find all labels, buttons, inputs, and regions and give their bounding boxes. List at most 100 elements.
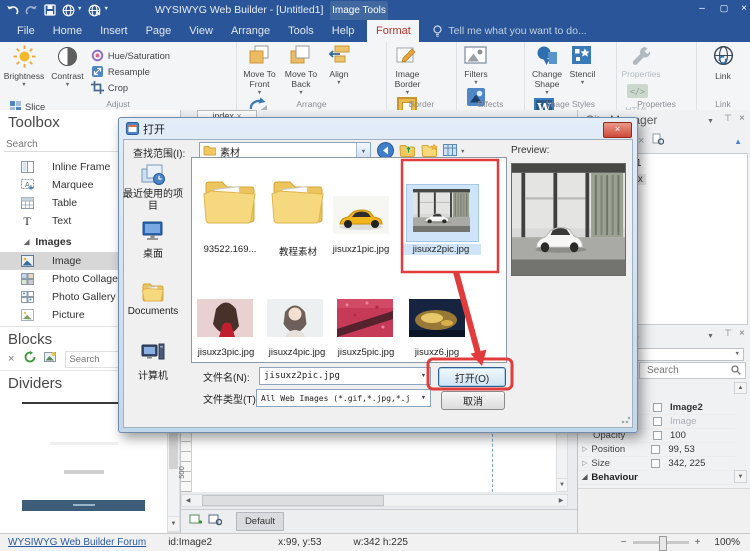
menu-tools[interactable]: Tools xyxy=(279,20,323,42)
canvas-hscrollbar[interactable]: ◀ ▶ xyxy=(181,494,568,507)
divider-sample-bar[interactable] xyxy=(22,500,145,511)
image-border-button[interactable]: Image Border▼ xyxy=(391,44,424,96)
file-name-label[interactable]: jisuxz4pic.jpg xyxy=(263,347,331,358)
file-thumb-jisuxz3[interactable] xyxy=(197,299,253,337)
zoom-slider[interactable] xyxy=(633,541,689,544)
file-thumb-jisuxz1[interactable] xyxy=(333,196,389,234)
divider-sample-text[interactable] xyxy=(64,470,104,474)
property-section-behaviour[interactable]: ◢Behaviour xyxy=(579,470,735,485)
delete-page-icon[interactable]: × xyxy=(638,136,644,147)
move-to-front-button[interactable]: Move To Front▼ xyxy=(241,44,278,96)
divider-sample-faint[interactable] xyxy=(50,442,118,445)
file-name-caret-icon[interactable]: ▼ xyxy=(417,368,430,384)
properties-search-input[interactable] xyxy=(640,364,725,377)
place-desktop[interactable]: 桌面 xyxy=(121,220,185,260)
save-icon[interactable] xyxy=(44,4,56,16)
property-row-position[interactable]: ▷Position99, 53 xyxy=(579,442,735,457)
file-name-combo[interactable]: jisuxz2pic.jpg ▼ xyxy=(259,367,431,385)
preview-caret-icon[interactable]: ▼ xyxy=(77,7,82,13)
file-type-combo[interactable]: All Web Images (*.gif,*.jpg,*.jpeg,*. ▼ xyxy=(256,389,431,407)
file-name-label[interactable]: 教程素材 xyxy=(265,244,331,258)
site-manager-pin-icon[interactable]: ⊤ xyxy=(724,113,732,124)
file-thumb-jisuxz5[interactable] xyxy=(337,299,393,337)
stencil-button[interactable]: Stencil▼ xyxy=(569,44,595,86)
selected-file-name-label[interactable]: jisuxz2pic.jpg xyxy=(401,244,481,255)
blocks-image-icon[interactable] xyxy=(44,350,57,368)
maximize-button[interactable]: ▢ xyxy=(716,3,732,14)
cancel-button[interactable]: 取消 xyxy=(441,391,505,410)
open-button[interactable]: 打开(O) xyxy=(438,367,506,387)
properties-close-icon[interactable]: × xyxy=(739,328,745,339)
context-tab-image-tools[interactable]: Image Tools xyxy=(330,1,388,20)
menu-view[interactable]: View xyxy=(180,20,222,42)
zoom-slider-thumb[interactable] xyxy=(659,536,667,551)
place-documents[interactable]: Documents xyxy=(121,281,185,317)
file-folder-93522[interactable] xyxy=(201,172,259,230)
menu-insert[interactable]: Insert xyxy=(91,20,137,42)
hue-saturation-button[interactable]: Hue/Saturation xyxy=(91,48,170,63)
page-properties-icon[interactable] xyxy=(652,132,664,150)
site-manager-scroll-up-icon[interactable]: ▲ xyxy=(734,137,742,146)
publish-globe-icon[interactable] xyxy=(88,4,101,17)
zoom-out-icon[interactable]: − xyxy=(621,537,627,548)
properties-button[interactable]: Properties xyxy=(621,44,661,80)
toolbox-scroll-down-icon[interactable]: ▼ xyxy=(167,516,180,532)
move-to-back-button[interactable]: Move To Back▼ xyxy=(282,44,319,96)
file-thumb-jisuxz4[interactable] xyxy=(267,299,323,337)
filters-button[interactable]: Filters▼ xyxy=(461,44,491,86)
canvas-hscroll-thumb[interactable] xyxy=(202,495,384,506)
zoom-in-icon[interactable]: + xyxy=(695,537,701,548)
minimize-button[interactable]: – xyxy=(694,3,710,14)
resize-grip[interactable] xyxy=(621,414,631,424)
file-type-caret-icon[interactable]: ▼ xyxy=(417,390,430,406)
site-manager-menu-icon[interactable]: ▼ xyxy=(707,118,714,125)
menu-file[interactable]: File xyxy=(8,20,44,42)
menu-format-active[interactable]: Format xyxy=(367,20,419,42)
properties-search-box[interactable] xyxy=(639,362,746,379)
forum-link[interactable]: WYSIWYG Web Builder Forum xyxy=(8,537,146,548)
menu-arrange[interactable]: Arrange xyxy=(222,20,279,42)
menu-page[interactable]: Page xyxy=(137,20,181,42)
property-row-size[interactable]: ▷Size342, 225 xyxy=(579,456,735,471)
menu-home[interactable]: Home xyxy=(44,20,91,42)
site-manager-close-icon[interactable]: × xyxy=(739,113,745,124)
close-button[interactable]: × xyxy=(736,3,750,14)
manage-breakpoints-icon[interactable] xyxy=(208,513,222,531)
expander-icon[interactable]: ▷ xyxy=(582,459,587,467)
file-name-label[interactable]: jisuxz5pic.jpg xyxy=(333,347,399,358)
file-folder-jiaocheng[interactable] xyxy=(269,172,327,230)
resample-button[interactable]: Resample xyxy=(91,64,170,79)
add-breakpoint-icon[interactable] xyxy=(189,513,203,531)
file-thumb-jisuxz2-selected[interactable] xyxy=(413,189,470,232)
redo-icon[interactable] xyxy=(25,4,38,16)
file-name-label[interactable]: jisuxz1pic.jpg xyxy=(327,244,395,255)
blocks-clear-icon[interactable]: × xyxy=(8,353,14,365)
expander-icon[interactable]: ▷ xyxy=(582,445,587,453)
place-recent[interactable]: 最近使用的项目 xyxy=(121,162,185,212)
canvas-scroll-right-icon[interactable]: ▶ xyxy=(555,497,567,504)
undo-icon[interactable] xyxy=(6,4,19,16)
tellme-text[interactable]: Tell me what you want to do... xyxy=(448,25,586,37)
properties-scroll-up-icon[interactable]: ▲ xyxy=(734,382,747,394)
menu-help[interactable]: Help xyxy=(323,20,364,42)
link-button[interactable]: Link xyxy=(701,44,745,82)
breakpoint-tab-default[interactable]: Default xyxy=(236,512,284,531)
file-name-label[interactable]: jisuxz3pic.jpg xyxy=(193,347,259,358)
align-button[interactable]: Align▼ xyxy=(324,44,354,86)
properties-scroll-down-icon[interactable]: ▼ xyxy=(734,470,747,483)
dialog-close-button[interactable]: × xyxy=(603,122,632,138)
file-name-label[interactable]: 93522.169... xyxy=(193,244,267,255)
file-name-label[interactable]: jisuxz6.jpg xyxy=(407,347,467,358)
crop-button[interactable]: Crop xyxy=(91,80,170,95)
preview-globe-icon[interactable] xyxy=(62,4,75,17)
file-thumb-jisuxz6[interactable] xyxy=(409,299,465,337)
properties-menu-icon[interactable]: ▼ xyxy=(707,333,714,340)
change-shape-button[interactable]: Change Shape▼ xyxy=(529,44,565,96)
divider-sample-line[interactable] xyxy=(22,402,118,404)
brightness-button[interactable]: Brightness▼ xyxy=(4,44,44,88)
canvas-scroll-down-icon[interactable]: ▼ xyxy=(556,478,568,492)
properties-pin-icon[interactable]: ⊤ xyxy=(724,328,732,339)
place-computer[interactable]: 计算机 xyxy=(121,342,185,382)
publish-caret-icon[interactable]: ▼ xyxy=(103,7,108,13)
canvas-scroll-left-icon[interactable]: ◀ xyxy=(182,497,194,504)
